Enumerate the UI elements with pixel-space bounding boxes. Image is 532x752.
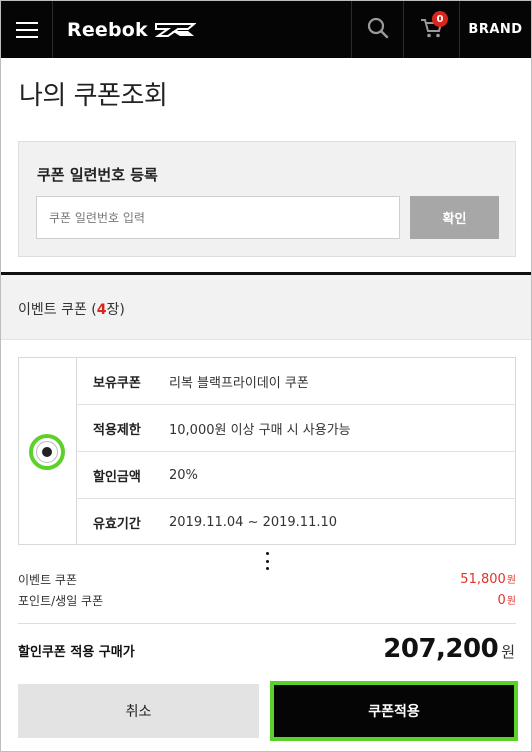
- total-price-amount: 207,200: [383, 634, 499, 664]
- event-coupon-title: 이벤트 쿠폰 (4장): [18, 299, 125, 319]
- coupon-row-validity: 유효기간 2019.11.04 ~ 2019.11.10: [77, 499, 515, 546]
- coupon-select-radio[interactable]: [29, 434, 65, 470]
- coupon-code-input[interactable]: [36, 196, 400, 239]
- coupon-page: Reebok 0 BRAND 나의 쿠폰조회 쿠폰 일련번호 등록 쿠폰 일련번…: [0, 0, 532, 752]
- search-button[interactable]: [351, 1, 403, 58]
- radio-selected-dot: [42, 447, 52, 457]
- reebok-vector-icon: [154, 22, 196, 38]
- currency-unit: 원: [506, 575, 516, 586]
- event-coupon-header: 이벤트 쿠폰 (4장): [1, 275, 531, 340]
- coupon-row-restriction: 적용제한 10,000원 이상 구매 시 사용가능: [77, 405, 515, 452]
- point-coupon-summary: 포인트/생일 쿠폰 0원: [18, 591, 516, 609]
- coupon-row-label: 할인금액: [93, 469, 141, 485]
- point-coupon-amount: 0: [497, 593, 506, 608]
- coupon-row-label: 보유쿠폰: [93, 375, 141, 391]
- top-navigation-bar: Reebok 0 BRAND: [1, 1, 531, 58]
- coupon-row-label: 적용제한: [93, 422, 141, 438]
- radio-outer-ring: [36, 441, 58, 463]
- summary-divider: [18, 623, 516, 624]
- coupon-register-title: 쿠폰 일련번호 등록: [37, 166, 158, 184]
- event-coupon-amount: 51,800: [460, 572, 506, 587]
- point-coupon-summary-label: 포인트/생일 쿠폰: [18, 593, 104, 608]
- menu-button[interactable]: [1, 1, 53, 58]
- coupon-row-value: 2019.11.04 ~ 2019.11.10: [169, 515, 338, 530]
- event-coupon-summary-label: 이벤트 쿠폰: [18, 572, 78, 587]
- total-price: 207,200 원: [383, 634, 515, 664]
- event-coupon-count: 4: [96, 302, 107, 318]
- coupon-row-owned: 보유쿠폰 리복 블랙프라이데이 쿠폰: [77, 358, 515, 405]
- coupon-row-discount: 할인금액 20%: [77, 452, 515, 499]
- apply-coupon-button[interactable]: 쿠폰적용: [270, 681, 518, 741]
- more-icon[interactable]: [265, 552, 269, 570]
- logo-text: Reebok: [67, 18, 148, 41]
- event-coupon-summary: 이벤트 쿠폰 51,800원: [18, 570, 516, 588]
- currency-unit: 원: [506, 596, 516, 607]
- page-title: 나의 쿠폰조회: [19, 81, 168, 111]
- point-coupon-summary-value: 0원: [498, 592, 516, 608]
- cancel-button[interactable]: 취소: [18, 684, 259, 738]
- coupon-row-value: 리복 블랙프라이데이 쿠폰: [169, 375, 309, 391]
- coupon-card[interactable]: 보유쿠폰 리복 블랙프라이데이 쿠폰 적용제한 10,000원 이상 구매 시 …: [18, 357, 516, 545]
- hamburger-icon: [15, 21, 38, 38]
- reebok-logo[interactable]: Reebok: [53, 1, 351, 58]
- search-icon: [367, 17, 389, 43]
- coupon-row-value: 10,000원 이상 구매 시 사용가능: [169, 422, 351, 438]
- event-coupon-label-prefix: 이벤트 쿠폰 (: [18, 302, 97, 318]
- confirm-button[interactable]: 확인: [410, 196, 499, 239]
- total-price-unit: 원: [501, 643, 515, 661]
- coupon-select-column: [19, 358, 77, 544]
- event-coupon-summary-value: 51,800원: [460, 571, 516, 587]
- cart-count-badge: 0: [432, 11, 448, 27]
- coupon-register-section: 쿠폰 일련번호 등록 확인: [18, 141, 516, 257]
- cart-button[interactable]: 0: [403, 1, 459, 58]
- total-price-label: 할인쿠폰 적용 구매가: [18, 645, 135, 660]
- brand-menu-button[interactable]: BRAND: [459, 1, 531, 58]
- event-coupon-label-suffix: 장): [106, 302, 125, 318]
- coupon-row-value: 20%: [169, 467, 198, 483]
- coupon-row-label: 유효기간: [93, 517, 141, 532]
